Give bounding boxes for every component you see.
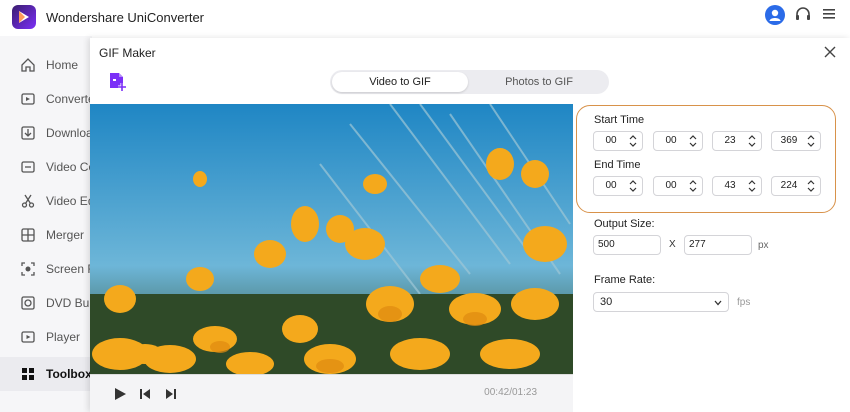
stepper-arrows-icon[interactable] [807, 134, 815, 148]
sidebar-item-label: Merger [46, 228, 85, 242]
start-time-label: Start Time [594, 114, 645, 126]
chevron-down-icon [714, 300, 722, 306]
end-minutes-stepper[interactable]: 00 [653, 176, 703, 196]
player-controls: 00:42/01:23 [90, 374, 573, 412]
user-icon[interactable] [765, 5, 785, 25]
frame-rate-label: Frame Rate: [594, 274, 656, 286]
sidebar-item-player[interactable]: Player [0, 320, 92, 354]
app-title: Wondershare UniConverter [46, 10, 204, 25]
scissors-icon [21, 194, 35, 208]
size-unit-label: px [758, 240, 769, 251]
sidebar-item-label: Home [46, 58, 79, 72]
stepper-arrows-icon[interactable] [629, 134, 637, 148]
next-frame-icon[interactable] [163, 386, 179, 402]
sidebar-item-merger[interactable]: Merger [0, 218, 92, 252]
headset-icon[interactable] [794, 5, 812, 23]
previous-frame-icon[interactable] [137, 386, 153, 402]
sidebar-item-label: Video Editor [46, 194, 92, 208]
tab-video-to-gif[interactable]: Video to GIF [332, 72, 468, 92]
start-milliseconds-stepper[interactable]: 369 [771, 131, 821, 151]
stepper-arrows-icon[interactable] [689, 179, 697, 193]
end-time-label: End Time [594, 159, 641, 171]
sidebar-item-toolbox[interactable]: Toolbox [0, 357, 92, 391]
sidebar-item-video-editor[interactable]: Video Editor [0, 184, 92, 218]
play-icon[interactable] [112, 386, 128, 402]
gif-maker-dialog: GIF Maker Video to GIF Photos to GIF 00:… [90, 38, 850, 412]
title-bar: Wondershare UniConverter [0, 0, 850, 36]
sidebar-item-label: Player [46, 330, 81, 344]
frame-rate-select[interactable]: 30 [593, 292, 729, 312]
tab-photos-to-gif[interactable]: Photos to GIF [471, 72, 607, 92]
start-seconds-stepper[interactable]: 23 [712, 131, 762, 151]
sidebar-item-converter[interactable]: Converter [0, 82, 92, 116]
sidebar-item-label: DVD Burner [46, 296, 92, 310]
record-icon [21, 262, 35, 276]
end-milliseconds-stepper[interactable]: 224 [771, 176, 821, 196]
video-frame-image [90, 104, 573, 374]
sidebar-item-video-compressor[interactable]: Video Compressor [0, 150, 92, 184]
close-icon[interactable] [823, 45, 837, 59]
compress-icon [21, 161, 35, 173]
sidebar-item-label: Converter [46, 92, 92, 106]
disc-icon [21, 296, 35, 310]
sidebar-item-dvd-burner[interactable]: DVD Burner [0, 286, 92, 320]
sidebar-item-label: Screen Recorder [46, 262, 92, 276]
frame-rate-unit: fps [737, 297, 751, 308]
output-size-label: Output Size: [594, 218, 655, 230]
output-height-input[interactable]: 277 [684, 235, 752, 255]
sidebar-item-home[interactable]: Home [0, 48, 92, 82]
video-preview[interactable] [90, 104, 573, 374]
menu-icon[interactable] [822, 7, 836, 21]
stepper-arrows-icon[interactable] [748, 134, 756, 148]
grid-icon [22, 368, 34, 380]
add-file-icon[interactable] [107, 71, 129, 93]
end-seconds-stepper[interactable]: 43 [712, 176, 762, 196]
play-icon [21, 331, 35, 343]
app-logo [12, 5, 36, 29]
playback-time: 00:42/01:23 [484, 387, 537, 398]
end-hours-stepper[interactable]: 00 [593, 176, 643, 196]
sidebar-item-label: Toolbox [46, 367, 92, 381]
converter-icon [21, 93, 35, 105]
stepper-arrows-icon[interactable] [629, 179, 637, 193]
merge-icon [21, 228, 35, 242]
home-icon [21, 58, 35, 72]
download-icon [21, 126, 35, 140]
start-minutes-stepper[interactable]: 00 [653, 131, 703, 151]
sidebar-item-label: Downloader [46, 126, 92, 140]
dialog-title: GIF Maker [99, 46, 156, 60]
stepper-arrows-icon[interactable] [689, 134, 697, 148]
size-separator: X [669, 239, 676, 250]
mode-tabs: Video to GIF Photos to GIF [330, 70, 609, 94]
sidebar-item-downloader[interactable]: Downloader [0, 116, 92, 150]
sidebar-item-screen-recorder[interactable]: Screen Recorder [0, 252, 92, 286]
sidebar-item-label: Video Compressor [46, 160, 92, 174]
sidebar: Home Converter Downloader Video Compress… [0, 36, 92, 412]
stepper-arrows-icon[interactable] [807, 179, 815, 193]
output-width-input[interactable]: 500 [593, 235, 661, 255]
start-hours-stepper[interactable]: 00 [593, 131, 643, 151]
stepper-arrows-icon[interactable] [748, 179, 756, 193]
